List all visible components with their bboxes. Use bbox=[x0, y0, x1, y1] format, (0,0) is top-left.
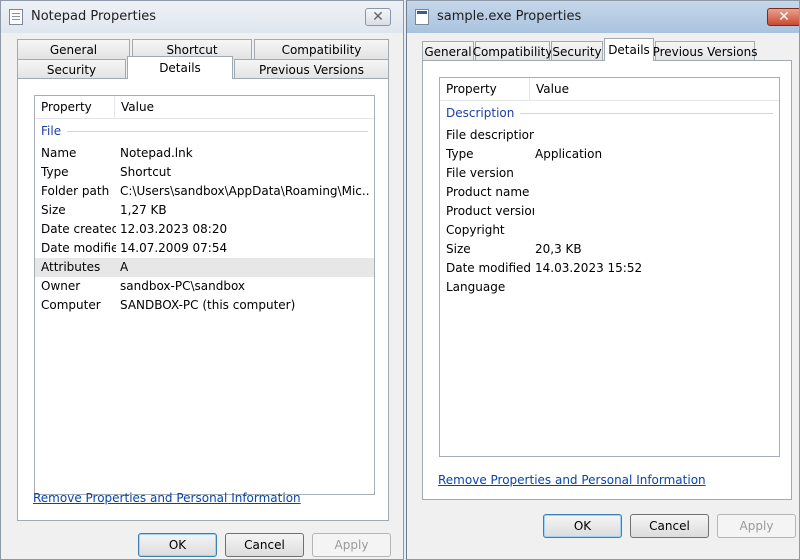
list-item[interactable]: Computer SANDBOX-PC (this computer) bbox=[35, 296, 374, 315]
list-item[interactable]: Date created 12.03.2023 08:20 bbox=[35, 220, 374, 239]
window-title: sample.exe Properties bbox=[437, 9, 582, 24]
tab-general[interactable]: General bbox=[422, 41, 474, 61]
list-item[interactable]: Copyright bbox=[440, 221, 779, 240]
details-panel: Property Value Description File descript… bbox=[422, 60, 792, 500]
group-header-file: File bbox=[41, 122, 368, 140]
list-item[interactable]: Date modified 14.03.2023 15:52 bbox=[440, 259, 779, 278]
column-header-value[interactable]: Value bbox=[115, 96, 376, 118]
ok-button[interactable]: OK bbox=[543, 514, 622, 538]
cancel-button[interactable]: Cancel bbox=[630, 514, 709, 538]
property-value: SANDBOX-PC (this computer) bbox=[120, 298, 296, 312]
tab-previous-versions[interactable]: Previous Versions bbox=[234, 59, 389, 79]
property-value bbox=[535, 126, 775, 145]
list-item[interactable]: Product name bbox=[440, 183, 779, 202]
list-item[interactable]: Size 20,3 KB bbox=[440, 240, 779, 259]
tab-details[interactable]: Details bbox=[604, 38, 654, 61]
property-name: Folder path bbox=[41, 184, 110, 198]
close-button[interactable]: ✕ bbox=[365, 8, 391, 26]
application-file-icon bbox=[415, 9, 429, 25]
sample-exe-properties-window: sample.exe Properties ✕ General Compatib… bbox=[406, 0, 800, 560]
property-name: Date modified bbox=[446, 261, 532, 275]
property-name: Product name bbox=[446, 185, 530, 199]
apply-button[interactable]: Apply bbox=[312, 533, 391, 557]
tab-compatibility[interactable]: Compatibility bbox=[254, 39, 389, 59]
property-list[interactable]: Property Value File Name Notepad.lnk Typ… bbox=[34, 95, 375, 495]
remove-properties-link[interactable]: Remove Properties and Personal Informati… bbox=[438, 473, 706, 487]
property-value: A bbox=[120, 260, 129, 274]
ok-button[interactable]: OK bbox=[138, 533, 217, 557]
property-name: Product version bbox=[446, 204, 534, 218]
group-header-description: Description bbox=[446, 104, 773, 122]
list-item[interactable]: Owner sandbox-PC\sandbox bbox=[35, 277, 374, 296]
list-item[interactable]: Language bbox=[440, 278, 779, 297]
property-value: C:\Users\sandbox\AppData\Roaming\Mic... bbox=[120, 184, 370, 198]
property-value bbox=[535, 278, 775, 297]
tab-security[interactable]: Security bbox=[17, 59, 126, 79]
property-name: Type bbox=[41, 165, 69, 179]
property-name: Type bbox=[446, 147, 474, 161]
property-value bbox=[535, 202, 775, 221]
property-name: Date created bbox=[41, 222, 116, 236]
tab-previous-versions[interactable]: Previous Versions bbox=[653, 41, 757, 61]
property-name: Name bbox=[41, 146, 77, 160]
property-name: Copyright bbox=[446, 223, 505, 237]
list-header: Property Value bbox=[440, 78, 779, 101]
title-bar[interactable]: sample.exe Properties ✕ bbox=[407, 1, 799, 33]
shortcut-file-icon bbox=[9, 9, 23, 25]
list-header: Property Value bbox=[35, 96, 374, 119]
list-item[interactable]: Name Notepad.lnk bbox=[35, 144, 374, 163]
list-item[interactable]: Date modified 14.07.2009 07:54 bbox=[35, 239, 374, 258]
property-name: Size bbox=[446, 242, 471, 256]
property-value: Notepad.lnk bbox=[120, 146, 193, 160]
property-list[interactable]: Property Value Description File descript… bbox=[439, 77, 780, 457]
property-value: Application bbox=[535, 147, 603, 161]
property-name: File version bbox=[446, 166, 514, 180]
list-item-selected[interactable]: Attributes A bbox=[35, 258, 374, 277]
list-item[interactable]: Folder path C:\Users\sandbox\AppData\Roa… bbox=[35, 182, 374, 201]
list-item[interactable]: Size 1,27 KB bbox=[35, 201, 374, 220]
property-name: Size bbox=[41, 203, 66, 217]
property-name: Language bbox=[446, 280, 506, 294]
tab-details[interactable]: Details bbox=[127, 56, 233, 79]
column-header-property[interactable]: Property bbox=[35, 96, 115, 118]
list-item[interactable]: File version bbox=[440, 164, 779, 183]
property-value: 14.07.2009 07:54 bbox=[120, 241, 228, 255]
property-value bbox=[535, 164, 775, 183]
list-item[interactable]: Type Application bbox=[440, 145, 779, 164]
list-item[interactable]: File description bbox=[440, 126, 779, 145]
remove-properties-link[interactable]: Remove Properties and Personal Informati… bbox=[33, 491, 301, 505]
title-bar[interactable]: Notepad Properties ✕ bbox=[1, 1, 403, 33]
close-button[interactable]: ✕ bbox=[767, 8, 799, 26]
property-value bbox=[535, 183, 775, 202]
cancel-button[interactable]: Cancel bbox=[225, 533, 304, 557]
column-header-value[interactable]: Value bbox=[530, 78, 781, 100]
column-header-property[interactable]: Property bbox=[440, 78, 530, 100]
list-item[interactable]: Product version bbox=[440, 202, 779, 221]
property-name: Attributes bbox=[41, 260, 101, 274]
property-value: 20,3 KB bbox=[535, 242, 582, 256]
property-value: 12.03.2023 08:20 bbox=[120, 222, 228, 236]
property-value: 1,27 KB bbox=[120, 203, 167, 217]
property-value: Shortcut bbox=[120, 165, 172, 179]
property-value bbox=[535, 221, 775, 240]
tab-security[interactable]: Security bbox=[551, 41, 603, 61]
property-value: sandbox-PC\sandbox bbox=[120, 279, 246, 293]
list-item[interactable]: Type Shortcut bbox=[35, 163, 374, 182]
property-name: Owner bbox=[41, 279, 81, 293]
details-panel: Property Value File Name Notepad.lnk Typ… bbox=[17, 78, 389, 521]
tab-general[interactable]: General bbox=[17, 39, 130, 59]
property-name: File description bbox=[446, 128, 534, 142]
window-title: Notepad Properties bbox=[31, 9, 157, 24]
apply-button[interactable]: Apply bbox=[717, 514, 796, 538]
tab-compatibility[interactable]: Compatibility bbox=[473, 41, 552, 61]
property-name: Computer bbox=[41, 298, 101, 312]
notepad-properties-window: Notepad Properties ✕ General Shortcut Co… bbox=[0, 0, 404, 560]
property-name: Date modified bbox=[41, 241, 116, 255]
property-value: 14.03.2023 15:52 bbox=[535, 261, 643, 275]
